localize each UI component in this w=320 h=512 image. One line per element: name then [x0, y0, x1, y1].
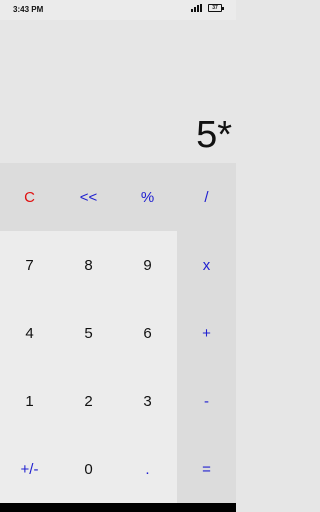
status-icons: 37 [191, 4, 224, 12]
backspace-button[interactable]: << [59, 163, 118, 231]
calculator-display: 5* [0, 20, 236, 163]
digit-0-button[interactable]: 0 [59, 435, 118, 503]
clear-button[interactable]: C [0, 163, 59, 231]
digit-8-button[interactable]: 8 [59, 231, 118, 299]
status-bar: 3:43 PM 37 [0, 0, 236, 20]
digit-pad: 7 8 9 4 5 6 1 2 3 +/- 0 . [0, 231, 177, 503]
function-row: C << % / [0, 163, 236, 231]
digit-9-button[interactable]: 9 [118, 231, 177, 299]
signal-icon [191, 4, 205, 12]
decimal-button[interactable]: . [118, 435, 177, 503]
digit-7-button[interactable]: 7 [0, 231, 59, 299]
status-time: 3:43 PM [13, 5, 44, 14]
operator-column: x + - = [177, 231, 236, 503]
navigation-bar [0, 503, 236, 512]
subtract-button[interactable]: - [177, 367, 236, 435]
digit-6-button[interactable]: 6 [118, 299, 177, 367]
percent-button[interactable]: % [118, 163, 177, 231]
divide-button[interactable]: / [177, 163, 236, 231]
expression-display: 5* [196, 114, 232, 156]
digit-5-button[interactable]: 5 [59, 299, 118, 367]
equals-button[interactable]: = [177, 435, 236, 503]
digit-1-button[interactable]: 1 [0, 367, 59, 435]
battery-level: 37 [212, 5, 218, 11]
battery-icon: 37 [208, 4, 224, 12]
sign-toggle-button[interactable]: +/- [0, 435, 59, 503]
digit-3-button[interactable]: 3 [118, 367, 177, 435]
digit-4-button[interactable]: 4 [0, 299, 59, 367]
digit-2-button[interactable]: 2 [59, 367, 118, 435]
add-button[interactable]: + [177, 299, 236, 367]
multiply-button[interactable]: x [177, 231, 236, 299]
